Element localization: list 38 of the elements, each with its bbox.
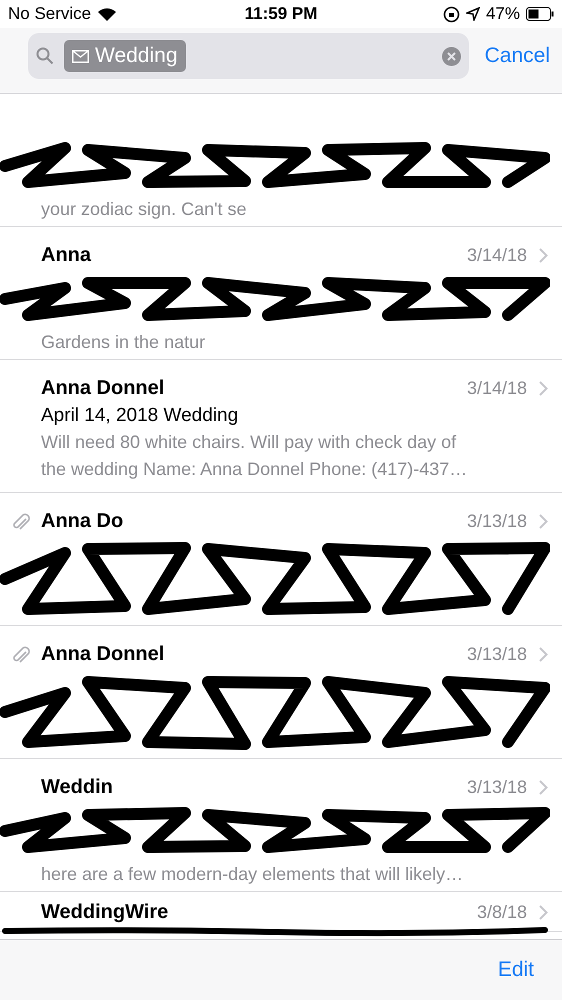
message-preview: Gardens in the natur: [41, 331, 206, 354]
message-date: 3/14/18: [466, 378, 527, 398]
carrier-label: No Service: [8, 4, 92, 24]
wifi-icon: [97, 6, 118, 22]
message-preview: here are a few modern-day elements that will likely…: [41, 863, 464, 886]
chevron-icon: [539, 646, 548, 662]
message-date: 3/8/18: [476, 902, 527, 922]
envelope-icon: [72, 50, 89, 62]
message-date: 3/13/18: [466, 776, 527, 798]
message-preview: the wedding Name: Anna Donnel Phone: (417)-437…: [41, 458, 468, 481]
chevron-icon: [539, 780, 548, 794]
chevron-icon: [539, 380, 548, 396]
search-token[interactable]: Wedding: [64, 40, 186, 72]
chevron-icon: [539, 514, 548, 528]
search-icon: [36, 47, 54, 65]
message-date: 3/14/18: [466, 244, 527, 266]
message-preview: your zodiac sign. Can't se: [41, 198, 248, 221]
search-field[interactable]: Wedding: [28, 33, 469, 79]
battery-percent: 47%: [486, 4, 520, 24]
clear-icon[interactable]: [442, 46, 461, 66]
message-date: 3/13/18: [466, 510, 527, 532]
location-arrow-icon: [466, 7, 480, 21]
sender-name: WeddingWire: [41, 900, 168, 924]
chevron-icon: [539, 248, 548, 262]
sender-name: Anna Donnel: [41, 376, 164, 400]
sender-name: Anna: [41, 244, 91, 266]
cancel-button[interactable]: Cancel: [484, 44, 550, 68]
message-preview: Will need 80 white chairs. Will pay with check day of: [41, 431, 458, 454]
message-date: 3/13/18: [466, 644, 527, 664]
sender-name: Weddin: [41, 776, 113, 798]
sender-name: Anna Donnel: [41, 642, 164, 666]
edit-button[interactable]: Edit: [498, 958, 534, 982]
chevron-icon: [539, 904, 548, 920]
clock-time: 11:59 PM: [244, 4, 318, 24]
message-subject: April 14, 2018 Wedding: [41, 404, 240, 428]
sender-name: Anna Do: [41, 510, 124, 532]
battery-icon: [526, 7, 554, 21]
rotation-lock-icon: [442, 6, 460, 22]
